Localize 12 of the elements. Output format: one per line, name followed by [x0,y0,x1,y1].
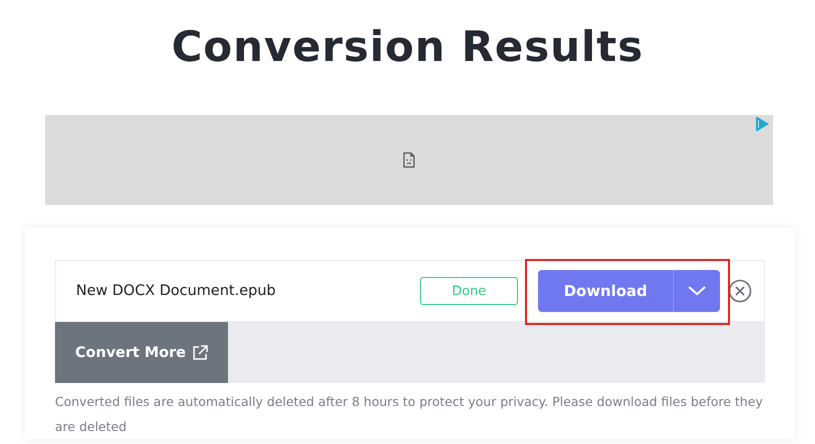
external-link-icon [192,344,208,360]
ad-choices-icon[interactable] [755,117,769,131]
download-button[interactable]: Download [538,270,673,312]
status-badge: Done [420,277,518,305]
chevron-down-icon [688,286,706,296]
close-icon[interactable] [728,279,752,303]
dropdown-button[interactable] [673,270,720,312]
convert-more-button[interactable]: Convert More [55,322,228,383]
privacy-note: Converted files are automatically deleted after 8 hours to protect your privacy. Please download files before they are deleted [55,393,764,436]
file-name: New DOCX Document.epub [76,283,277,299]
broken-image-icon [403,152,415,168]
page-title: Conversion Results [170,21,645,73]
